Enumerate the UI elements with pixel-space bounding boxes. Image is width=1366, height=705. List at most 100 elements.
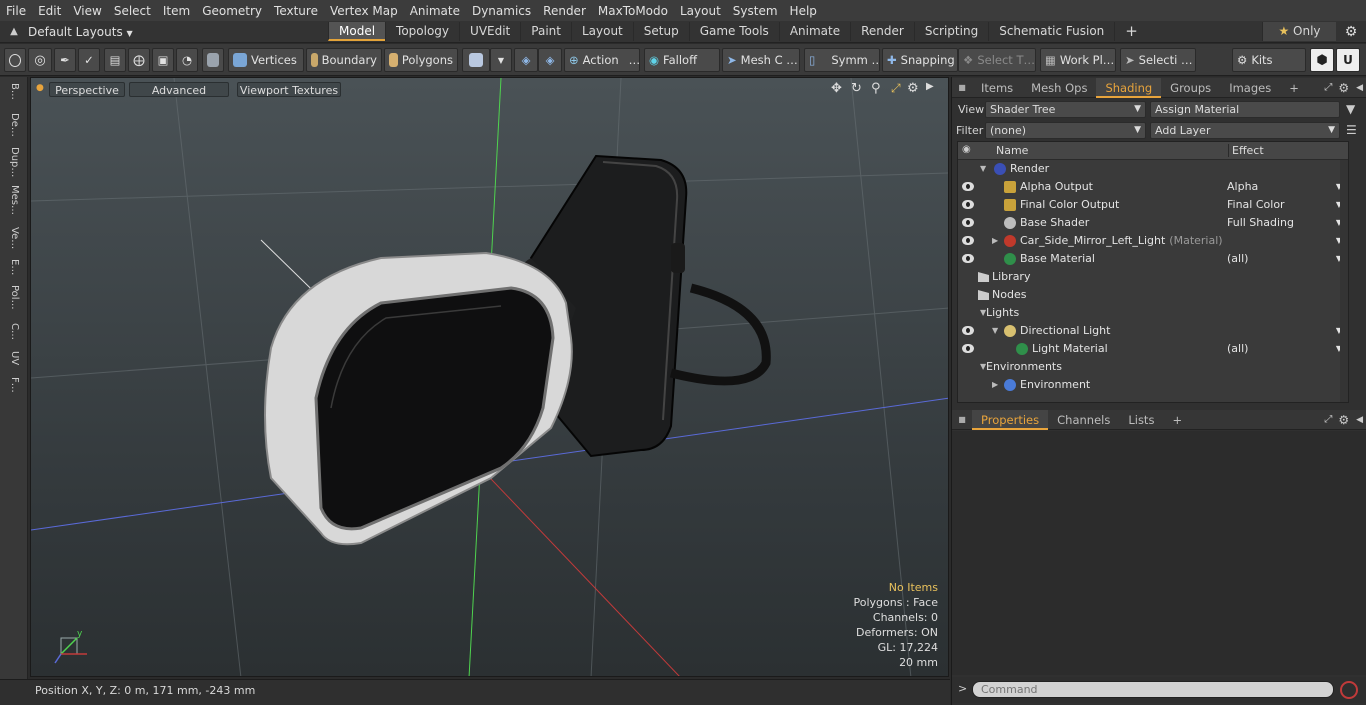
mesh-constraint-button[interactable]: ➤ Mesh C … bbox=[722, 48, 800, 72]
menu-file[interactable]: File bbox=[0, 4, 32, 18]
tab-setup[interactable]: Setup bbox=[632, 22, 689, 41]
menu-item[interactable]: Item bbox=[157, 4, 196, 18]
tab-images[interactable]: Images bbox=[1220, 78, 1280, 98]
menu-edit[interactable]: Edit bbox=[32, 4, 67, 18]
gear-icon[interactable]: ⚙ bbox=[1335, 413, 1352, 427]
only-button[interactable]: ★ Only bbox=[1262, 22, 1336, 41]
column-name[interactable]: Name bbox=[996, 144, 1028, 157]
tab-schematic-fusion[interactable]: Schematic Fusion bbox=[988, 22, 1114, 41]
add-panel-tab-button[interactable]: + bbox=[1280, 78, 1308, 98]
work-plane-button[interactable]: ▦ Work Pl… bbox=[1040, 48, 1116, 72]
tree-row-lights[interactable]: ▼ Lights bbox=[958, 304, 1348, 322]
layout-select[interactable]: Default Layouts ▼ bbox=[28, 25, 328, 39]
collapsed-arrow-icon[interactable]: ▶ bbox=[992, 232, 998, 250]
tab-properties[interactable]: Properties bbox=[972, 409, 1049, 430]
tool-tab-polygon[interactable]: Pol… bbox=[4, 285, 20, 310]
tree-row-base-shader[interactable]: Base Shader Full Shading ▼ bbox=[958, 214, 1348, 232]
tool-tab-duplicate[interactable]: Dup… bbox=[4, 147, 20, 177]
layout-collapse-icon[interactable]: ▲ bbox=[0, 26, 28, 37]
material-dropdown-button[interactable]: ▼ bbox=[490, 48, 512, 72]
viewport-expand-icon[interactable]: ▶ bbox=[926, 81, 934, 92]
tab-channels[interactable]: Channels bbox=[1048, 410, 1119, 430]
tree-row-environments[interactable]: ▼ Environments bbox=[958, 358, 1348, 376]
zoom-view-icon[interactable]: ⚲ bbox=[871, 81, 881, 96]
tool-tab-b[interactable]: B… bbox=[4, 83, 20, 100]
tab-shading[interactable]: Shading bbox=[1096, 77, 1162, 98]
tree-row-directional-light[interactable]: ▼ Directional Light ▼ bbox=[958, 322, 1348, 340]
3d-viewport[interactable]: y ● Perspective Advanced Viewport Textur… bbox=[30, 77, 949, 677]
menu-maxtomodo[interactable]: MaxToModo bbox=[592, 4, 674, 18]
symmetry-toggle-button[interactable]: ◈ bbox=[538, 48, 562, 72]
filter-funnel-icon[interactable]: ▼ bbox=[1346, 102, 1355, 116]
material-mode-button[interactable] bbox=[462, 48, 490, 72]
globe-button[interactable]: ◎ bbox=[28, 48, 52, 72]
align-button[interactable]: ▤ bbox=[104, 48, 126, 72]
expand-arrow-icon[interactable]: ▼ bbox=[992, 322, 998, 340]
tab-uvedit[interactable]: UVEdit bbox=[459, 22, 520, 41]
tree-row-material[interactable]: ▶ Car_Side_Mirror_Left_Light (Material) ▼ bbox=[958, 232, 1348, 250]
tree-row-library[interactable]: Library bbox=[958, 268, 1348, 286]
tool-tab-vertex[interactable]: Ve… bbox=[4, 227, 20, 249]
layer-effect[interactable]: (all) ▼ bbox=[1227, 340, 1342, 358]
action-center-button[interactable]: ⊕ Action… bbox=[564, 48, 640, 72]
menu-geometry[interactable]: Geometry bbox=[196, 4, 268, 18]
tree-row-render[interactable]: ▼ Render bbox=[958, 160, 1348, 178]
kits-button[interactable]: ⚙ Kits bbox=[1232, 48, 1306, 72]
maximize-view-icon[interactable]: ⤢ bbox=[891, 81, 901, 96]
tab-topology[interactable]: Topology bbox=[385, 22, 459, 41]
vertices-button[interactable]: Vertices bbox=[228, 48, 304, 72]
visibility-eye-icon[interactable] bbox=[962, 182, 974, 191]
menu-vertex-map[interactable]: Vertex Map bbox=[324, 4, 404, 18]
gear-icon[interactable]: ⚙ bbox=[1336, 24, 1366, 40]
visibility-eye-icon[interactable] bbox=[962, 254, 974, 263]
select-through-button[interactable]: ❖ Select T… bbox=[958, 48, 1036, 72]
perspective-button[interactable]: Perspective bbox=[49, 82, 125, 97]
snap-toggle-button[interactable]: ◈ bbox=[514, 48, 538, 72]
viewport-menu-dot-icon[interactable]: ● bbox=[36, 83, 44, 93]
filter-select[interactable]: (none) ▼ bbox=[985, 121, 1146, 139]
tool-tab-curve[interactable]: C… bbox=[4, 323, 20, 340]
expand-icon[interactable]: ⤢ bbox=[1321, 82, 1335, 93]
layer-effect[interactable]: Full Shading ▼ bbox=[1227, 214, 1342, 232]
tree-row-light-material[interactable]: Light Material (all) ▼ bbox=[958, 340, 1348, 358]
panel-menu-icon[interactable]: ■ bbox=[952, 83, 972, 92]
tree-row-nodes[interactable]: Nodes bbox=[958, 286, 1348, 304]
tool-tab-uv[interactable]: UV bbox=[4, 351, 20, 365]
visibility-eye-icon[interactable] bbox=[962, 218, 974, 227]
tool-tab-edge[interactable]: E… bbox=[4, 259, 20, 275]
mirror-model[interactable] bbox=[264, 154, 771, 546]
tree-scrollbar[interactable] bbox=[1340, 160, 1348, 402]
menu-texture[interactable]: Texture bbox=[268, 4, 324, 18]
rotate-view-icon[interactable]: ↻ bbox=[851, 81, 862, 96]
collapsed-arrow-icon[interactable]: ▶ bbox=[992, 376, 998, 394]
panel-menu-icon[interactable]: ■ bbox=[952, 415, 972, 424]
add-panel-tab-button[interactable]: + bbox=[1163, 410, 1191, 430]
layer-effect[interactable]: Final Color ▼ bbox=[1227, 196, 1342, 214]
visibility-eye-icon[interactable] bbox=[962, 200, 974, 209]
unity-button[interactable]: ⬢ bbox=[1310, 48, 1334, 72]
visibility-eye-icon[interactable] bbox=[962, 236, 974, 245]
frame-button[interactable]: ▣ bbox=[152, 48, 174, 72]
menu-animate[interactable]: Animate bbox=[404, 4, 466, 18]
move-view-icon[interactable]: ✥ bbox=[831, 81, 842, 96]
tab-scripting[interactable]: Scripting bbox=[913, 22, 988, 41]
layer-effect[interactable]: (all) ▼ bbox=[1227, 250, 1342, 268]
collapse-arrow-icon[interactable]: ◀ bbox=[1352, 415, 1366, 425]
tab-game-tools[interactable]: Game Tools bbox=[688, 22, 779, 41]
tab-animate[interactable]: Animate bbox=[778, 22, 850, 41]
record-macro-icon[interactable] bbox=[1340, 681, 1358, 699]
visibility-eye-icon[interactable] bbox=[962, 344, 974, 353]
tool-tab-deformers[interactable]: De… bbox=[4, 113, 20, 137]
tree-row-base-material[interactable]: Base Material (all) ▼ bbox=[958, 250, 1348, 268]
snapping-button[interactable]: ✚ Snapping bbox=[882, 48, 958, 72]
menu-layout[interactable]: Layout bbox=[674, 4, 727, 18]
column-effect[interactable]: Effect bbox=[1228, 144, 1264, 157]
selection-sets-button[interactable]: ➤ Selecti … bbox=[1120, 48, 1196, 72]
expand-arrow-icon[interactable]: ▼ bbox=[980, 160, 986, 178]
layer-effect[interactable]: Alpha ▼ bbox=[1227, 178, 1342, 196]
assign-material-button[interactable]: Assign Material bbox=[1150, 100, 1340, 118]
tab-layout[interactable]: Layout bbox=[570, 22, 633, 41]
list-options-icon[interactable]: ☰ bbox=[1346, 123, 1357, 137]
center-button[interactable]: ⨁ bbox=[128, 48, 150, 72]
tree-row-alpha-output[interactable]: Alpha Output Alpha ▼ bbox=[958, 178, 1348, 196]
